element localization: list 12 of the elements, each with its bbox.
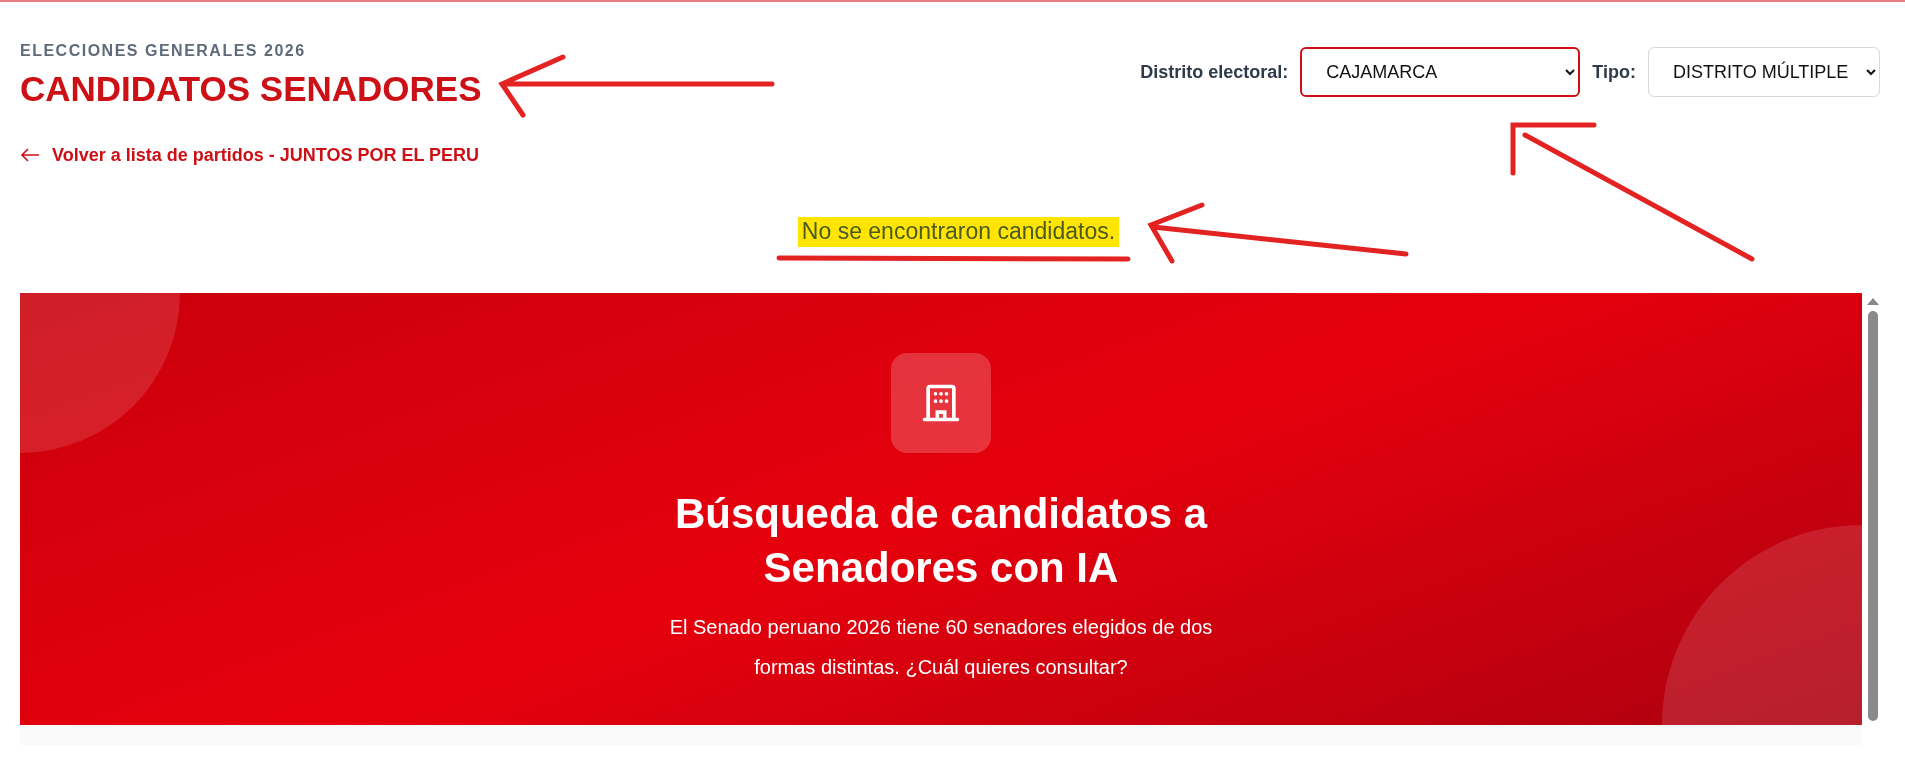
page-title: CANDIDATOS SENADORES bbox=[20, 70, 482, 109]
banner-title: Búsqueda de candidatos a Senadores con IA bbox=[673, 489, 1209, 593]
filter-dropdown[interactable]: CAJAMARCA bbox=[1300, 47, 1581, 97]
back-arrow-icon bbox=[20, 147, 40, 163]
section-eyebrow: ELECCIONES GENERALES 2026 bbox=[20, 42, 307, 60]
filter-dropdown[interactable]: DISTRITO MÚLTIPLE bbox=[1648, 47, 1880, 97]
building-icon bbox=[891, 353, 991, 453]
filter-label: Tipo: bbox=[1592, 61, 1636, 83]
empty-message: No se encontraron candidatos. bbox=[797, 217, 1120, 247]
filter-label: Distrito electoral: bbox=[1140, 61, 1289, 83]
banner-description: El Senado peruano 2026 tiene 60 senadores elegidos de dos formas distintas. ¿Cuál quieres consultar? bbox=[668, 615, 1214, 680]
back-link[interactable]: Volver a lista de partidos - JUNTOS POR EL PERU bbox=[20, 144, 480, 166]
